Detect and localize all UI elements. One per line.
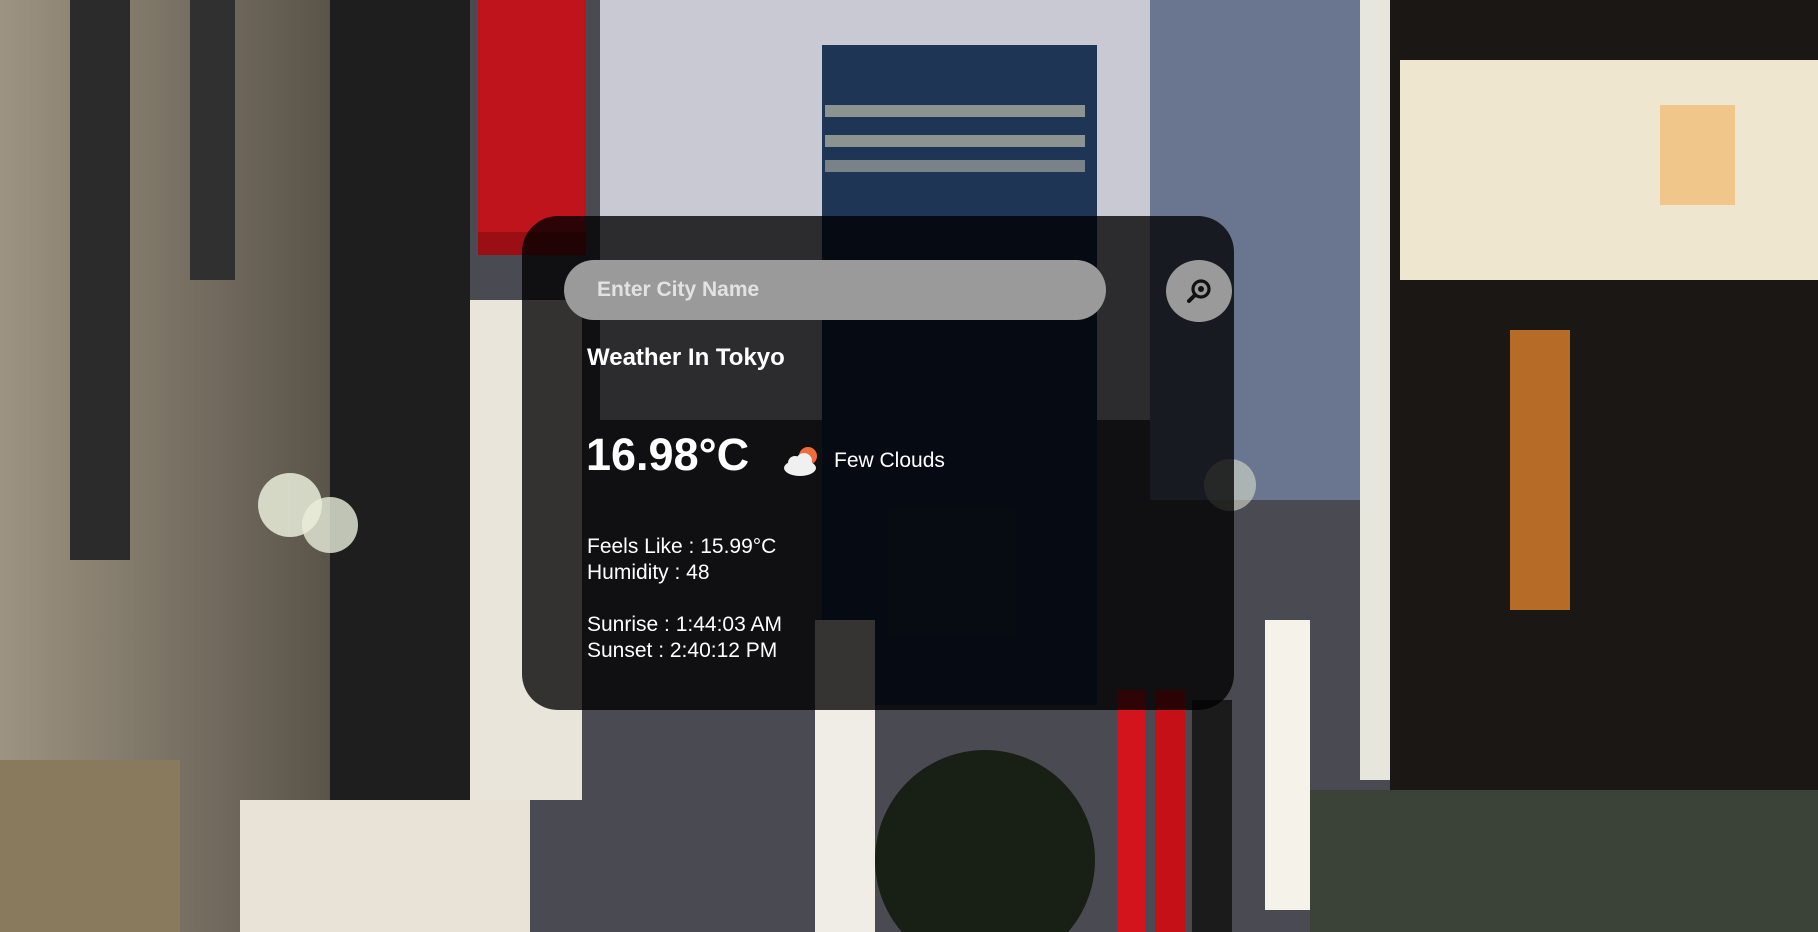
city-search-input[interactable]: [564, 260, 1106, 320]
feels-like-text: Feels Like : 15.99°C: [587, 535, 777, 558]
condition-label: Few Clouds: [834, 449, 945, 472]
few-clouds-icon: [784, 447, 817, 476]
weather-card: Weather In Tokyo 16.98°C Few Clouds Feel…: [522, 216, 1234, 710]
humidity-text: Humidity : 48: [587, 561, 710, 584]
search-bar: [564, 260, 1232, 322]
search-icon: [1187, 279, 1211, 303]
search-button[interactable]: [1166, 260, 1232, 322]
sunset-text: Sunset : 2:40:12 PM: [587, 639, 778, 662]
temperature-value: 16.98°C: [586, 429, 750, 480]
weather-condition: Few Clouds: [780, 441, 945, 481]
weather-title: Weather In Tokyo: [587, 344, 785, 371]
sunrise-text: Sunrise : 1:44:03 AM: [587, 613, 782, 636]
